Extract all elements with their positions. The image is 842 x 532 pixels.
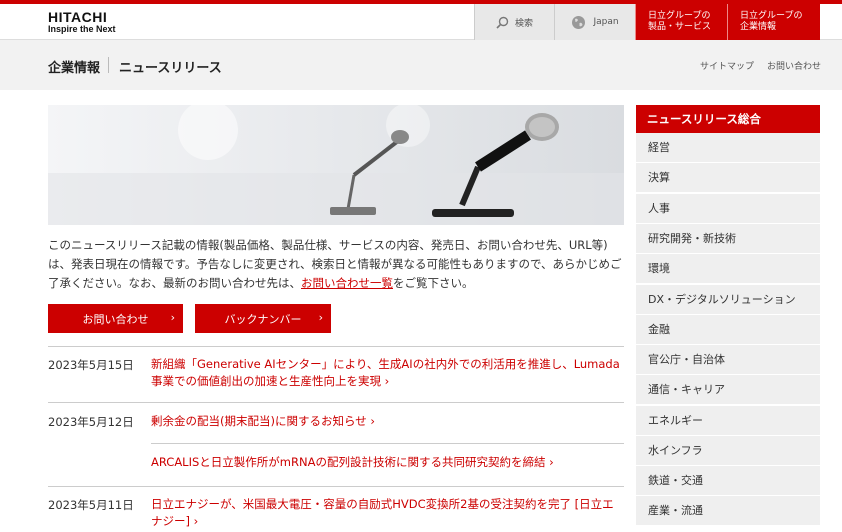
globe-icon [572, 15, 586, 29]
region-label: Japan [593, 17, 619, 27]
sidebar-item-dx[interactable]: DX・デジタルソリューション [636, 285, 820, 315]
sitemap-link[interactable]: サイトマップ [700, 59, 754, 72]
corporate-label-line1: 日立グループの [740, 11, 803, 21]
sidebar-item-management[interactable]: 経営 [636, 133, 820, 163]
news-item-link[interactable]: ARCALISと日立製作所がmRNAの配列設計技術に関する共同研究契約を締結 › [151, 454, 624, 471]
news-title: 新組織「Generative AIセンター」により、生成AIの社内外での利活用を… [151, 357, 620, 388]
group-corporate-button[interactable]: 日立グループの 企業情報 [727, 4, 820, 40]
news-date: 2023年5月15日 [48, 358, 134, 372]
sidebar-title[interactable]: ニュースリリース総合 [636, 105, 820, 133]
news-title: 日立エナジーが、米国最大電圧・容量の自励式HVDC変換所2基の受注契約を完了 [… [151, 497, 614, 528]
breadcrumb-parent[interactable]: 企業情報 [48, 57, 100, 76]
news-item-link[interactable]: 新組織「Generative AIセンター」により、生成AIの社内外での利活用を… [151, 356, 624, 390]
contact-list-link[interactable]: お問い合わせ一覧 [301, 276, 393, 290]
microphones-illustration [48, 105, 624, 225]
search-label: 検索 [514, 18, 533, 29]
contact-button[interactable]: お問い合わせ › [48, 304, 183, 333]
sidebar-item-finance[interactable]: 金融 [636, 315, 820, 345]
news-item-link[interactable]: 日立エナジーが、米国最大電圧・容量の自励式HVDC変換所2基の受注契約を完了 [… [151, 496, 624, 530]
news-divider [48, 486, 624, 487]
search-button[interactable]: 検索 [474, 4, 554, 40]
contact-link[interactable]: お問い合わせ [767, 59, 821, 72]
hero-image [48, 105, 624, 225]
logo-tagline: Inspire the Next [48, 24, 116, 34]
sidebar-item-government[interactable]: 官公庁・自治体 [636, 345, 820, 375]
news-divider [48, 346, 624, 347]
contact-button-label: お問い合わせ [82, 312, 149, 326]
products-label-line2: 製品・サービス [648, 22, 712, 32]
search-icon [496, 16, 509, 29]
sidebar-item-telecom[interactable]: 通信・キャリア [636, 375, 820, 405]
news-date: 2023年5月11日 [48, 498, 134, 512]
sidebar-item-railway[interactable]: 鉄道・交通 [636, 466, 820, 496]
chevron-right-icon: › [318, 311, 323, 324]
news-item-link[interactable]: 剰余金の配当(期末配当)に関するお知らせ › [151, 413, 624, 430]
page-title: ニュースリリース [119, 61, 222, 76]
backnumber-button-label: バックナンバー [224, 312, 302, 326]
group-products-button[interactable]: 日立グループの 製品・サービス [635, 4, 727, 40]
chevron-right-icon: › [170, 311, 175, 324]
sidebar-item-earnings[interactable]: 決算 [636, 163, 820, 193]
sidebar-item-rnd[interactable]: 研究開発・新技術 [636, 224, 820, 254]
sidebar-item-environment[interactable]: 環境 [636, 254, 820, 284]
disclaimer-tail: をご覧下さい。 [393, 276, 474, 290]
news-divider [151, 443, 624, 444]
products-label-line1: 日立グループの [648, 11, 711, 21]
global-header: HITACHI Inspire the Next 検索 Japan 日立グループ… [0, 4, 842, 40]
hitachi-logo[interactable]: HITACHI Inspire the Next [48, 10, 116, 35]
disclaimer-text: このニュースリリース記載の情報(製品価格、製品仕様、サービスの内容、発売日、お問… [48, 236, 628, 293]
sidebar-item-personnel[interactable]: 人事 [636, 194, 820, 224]
sidebar-item-water[interactable]: 水インフラ [636, 436, 820, 466]
sidebar-item-industry[interactable]: 産業・流通 [636, 496, 820, 526]
news-divider [48, 402, 624, 403]
page-subheader: 企業情報 ニュースリリース サイトマップ お問い合わせ [0, 40, 842, 90]
corporate-label-line2: 企業情報 [740, 22, 777, 32]
news-date: 2023年5月12日 [48, 415, 134, 429]
sidebar-item-energy[interactable]: エネルギー [636, 406, 820, 436]
news-title: ARCALISと日立製作所がmRNAの配列設計技術に関する共同研究契約を締結 [151, 455, 546, 469]
backnumber-button[interactable]: バックナンバー › [195, 304, 331, 333]
region-button[interactable]: Japan [554, 4, 635, 40]
news-title: 剰余金の配当(期末配当)に関するお知らせ [151, 414, 367, 428]
breadcrumb-divider [108, 57, 109, 73]
logo-wordmark: HITACHI [48, 9, 108, 25]
